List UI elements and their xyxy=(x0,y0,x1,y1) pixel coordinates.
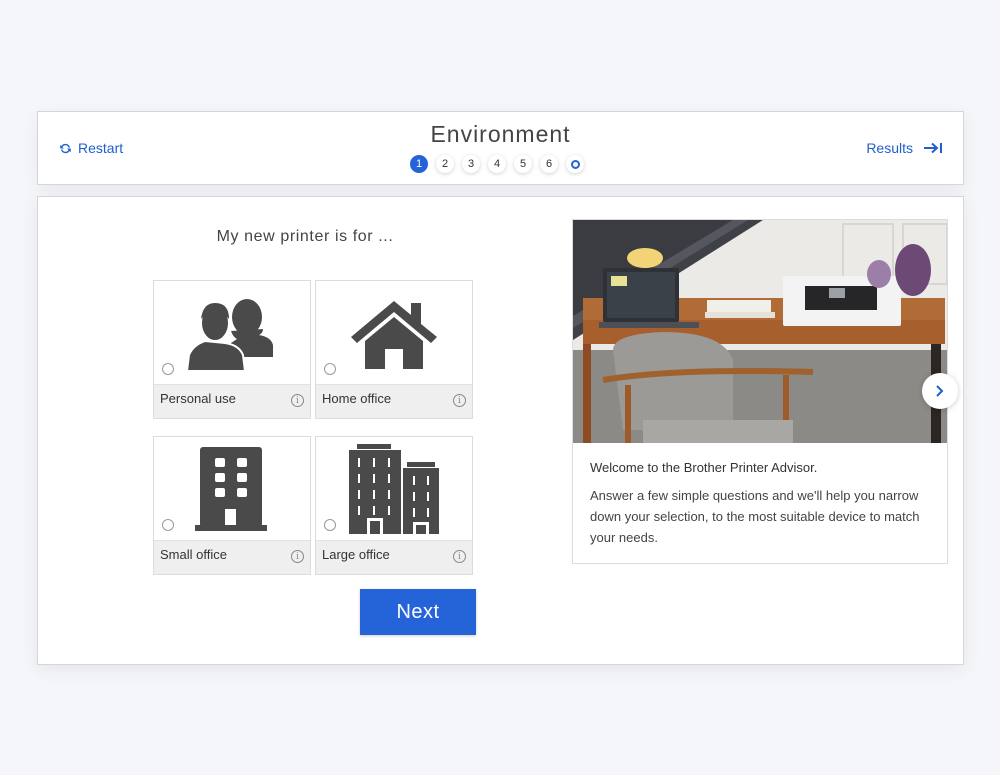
results-button[interactable]: Results xyxy=(866,140,943,156)
option-label: Personal use xyxy=(160,391,236,406)
step-3[interactable]: 3 xyxy=(462,155,480,173)
option-radio[interactable] xyxy=(162,363,174,375)
option-icon-area xyxy=(154,437,310,541)
desk-scene-illustration xyxy=(573,220,947,443)
wizard-header: Restart Environment 1 2 3 4 5 6 Results xyxy=(37,111,964,185)
option-label-bar: Personal use i xyxy=(154,384,310,418)
ring-icon xyxy=(570,159,580,169)
step-5[interactable]: 5 xyxy=(514,155,532,173)
step-label: 6 xyxy=(545,158,553,170)
carousel-next-button[interactable] xyxy=(922,373,958,409)
option-small-office[interactable]: Small office i xyxy=(153,436,311,575)
option-radio[interactable] xyxy=(324,363,336,375)
option-label-bar: Home office i xyxy=(316,384,472,418)
step-label: 4 xyxy=(493,158,501,170)
step-label: 5 xyxy=(519,158,527,170)
arrow-to-end-icon xyxy=(924,142,942,154)
step-6[interactable]: 6 xyxy=(540,155,558,173)
results-label: Results xyxy=(866,140,913,156)
question-panel: My new printer is for ... Personal use i xyxy=(37,196,964,665)
option-icon-area xyxy=(316,281,472,385)
step-1[interactable]: 1 xyxy=(410,155,428,173)
info-icon[interactable]: i xyxy=(453,550,466,563)
info-icon[interactable]: i xyxy=(453,394,466,407)
option-radio[interactable] xyxy=(324,519,336,531)
option-large-office[interactable]: Large office i xyxy=(315,436,473,575)
step-2[interactable]: 2 xyxy=(436,155,454,173)
option-label: Small office xyxy=(160,547,227,562)
step-results[interactable] xyxy=(566,155,584,173)
step-4[interactable]: 4 xyxy=(488,155,506,173)
house-icon xyxy=(351,301,437,369)
info-icon[interactable]: i xyxy=(291,394,304,407)
option-personal-use[interactable]: Personal use i xyxy=(153,280,311,419)
option-home-office[interactable]: Home office i xyxy=(315,280,473,419)
welcome-title: Welcome to the Brother Printer Advisor. xyxy=(590,460,818,475)
option-label: Large office xyxy=(322,547,390,562)
option-label-bar: Large office i xyxy=(316,540,472,574)
buildings-icon xyxy=(349,444,439,534)
option-radio[interactable] xyxy=(162,519,174,531)
next-button[interactable]: Next xyxy=(360,589,476,635)
page-title: Environment xyxy=(430,121,571,147)
info-icon[interactable]: i xyxy=(291,550,304,563)
step-label: 3 xyxy=(467,158,475,170)
chevron-right-icon xyxy=(936,385,944,397)
welcome-card: Welcome to the Brother Printer Advisor. … xyxy=(572,219,948,564)
option-label: Home office xyxy=(322,391,392,406)
option-label-bar: Small office i xyxy=(154,540,310,574)
step-indicator: 1 2 3 4 5 6 xyxy=(410,155,584,173)
hero-image xyxy=(573,220,947,443)
step-label: 2 xyxy=(441,158,449,170)
step-label: 1 xyxy=(415,158,423,170)
building-icon xyxy=(195,447,267,531)
option-icon-area xyxy=(316,437,472,541)
option-icon-area xyxy=(154,281,310,385)
question-text: My new printer is for ... xyxy=(216,228,394,245)
people-icon xyxy=(187,299,273,372)
welcome-body: Answer a few simple questions and we'll … xyxy=(590,488,920,545)
